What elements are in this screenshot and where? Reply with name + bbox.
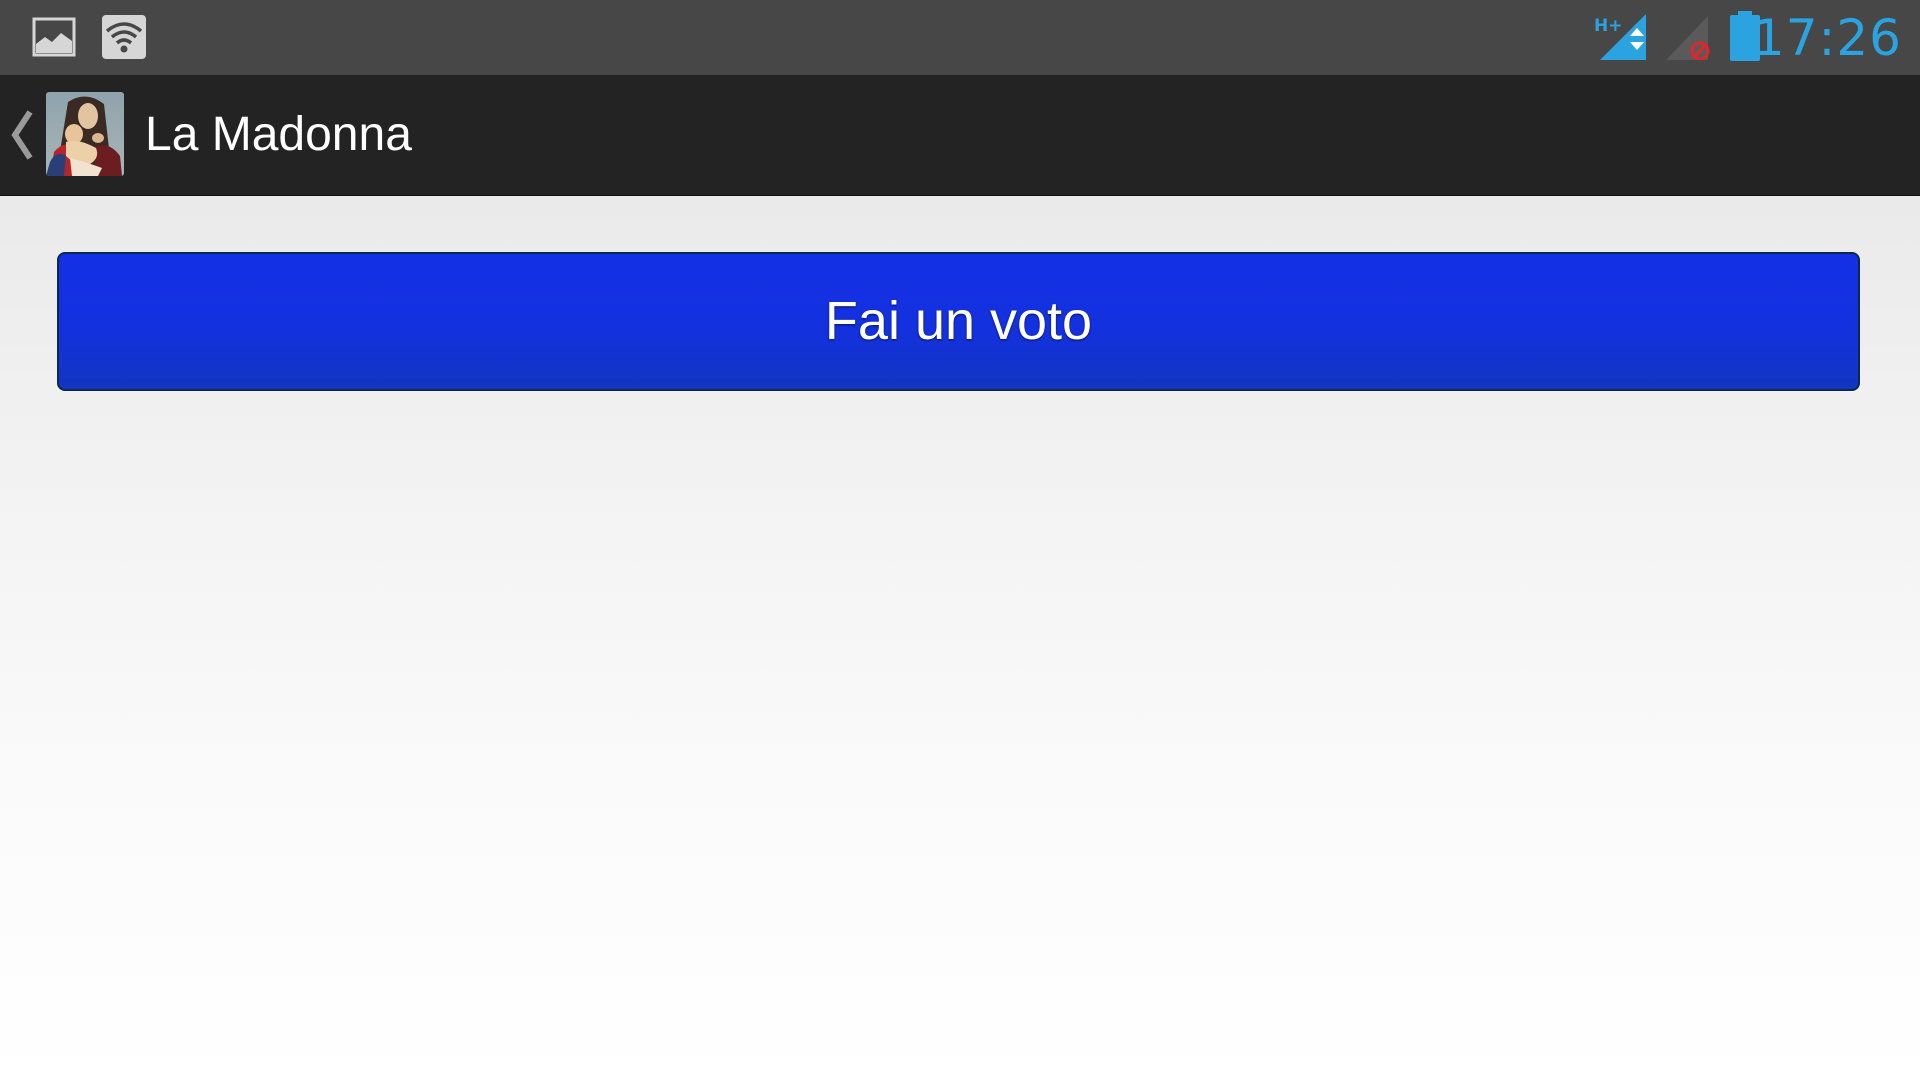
status-clock: 17:26	[1752, 9, 1902, 67]
chevron-left-icon	[8, 108, 36, 162]
vote-button[interactable]: Fai un voto	[57, 252, 1860, 391]
status-bar: H+ 17:26	[0, 0, 1920, 75]
main-content: Fai un voto	[0, 196, 1920, 1080]
hplus-signal-icon: H+	[1594, 14, 1652, 60]
wifi-icon	[101, 14, 147, 60]
action-bar: La Madonna	[0, 75, 1920, 196]
no-sim-signal-icon	[1664, 14, 1712, 60]
up-navigation-button[interactable]	[0, 75, 130, 195]
madonna-app-icon	[46, 92, 124, 176]
gallery-icon	[31, 14, 77, 60]
network-type-label: H+	[1594, 16, 1622, 36]
page-title: La Madonna	[145, 108, 412, 161]
